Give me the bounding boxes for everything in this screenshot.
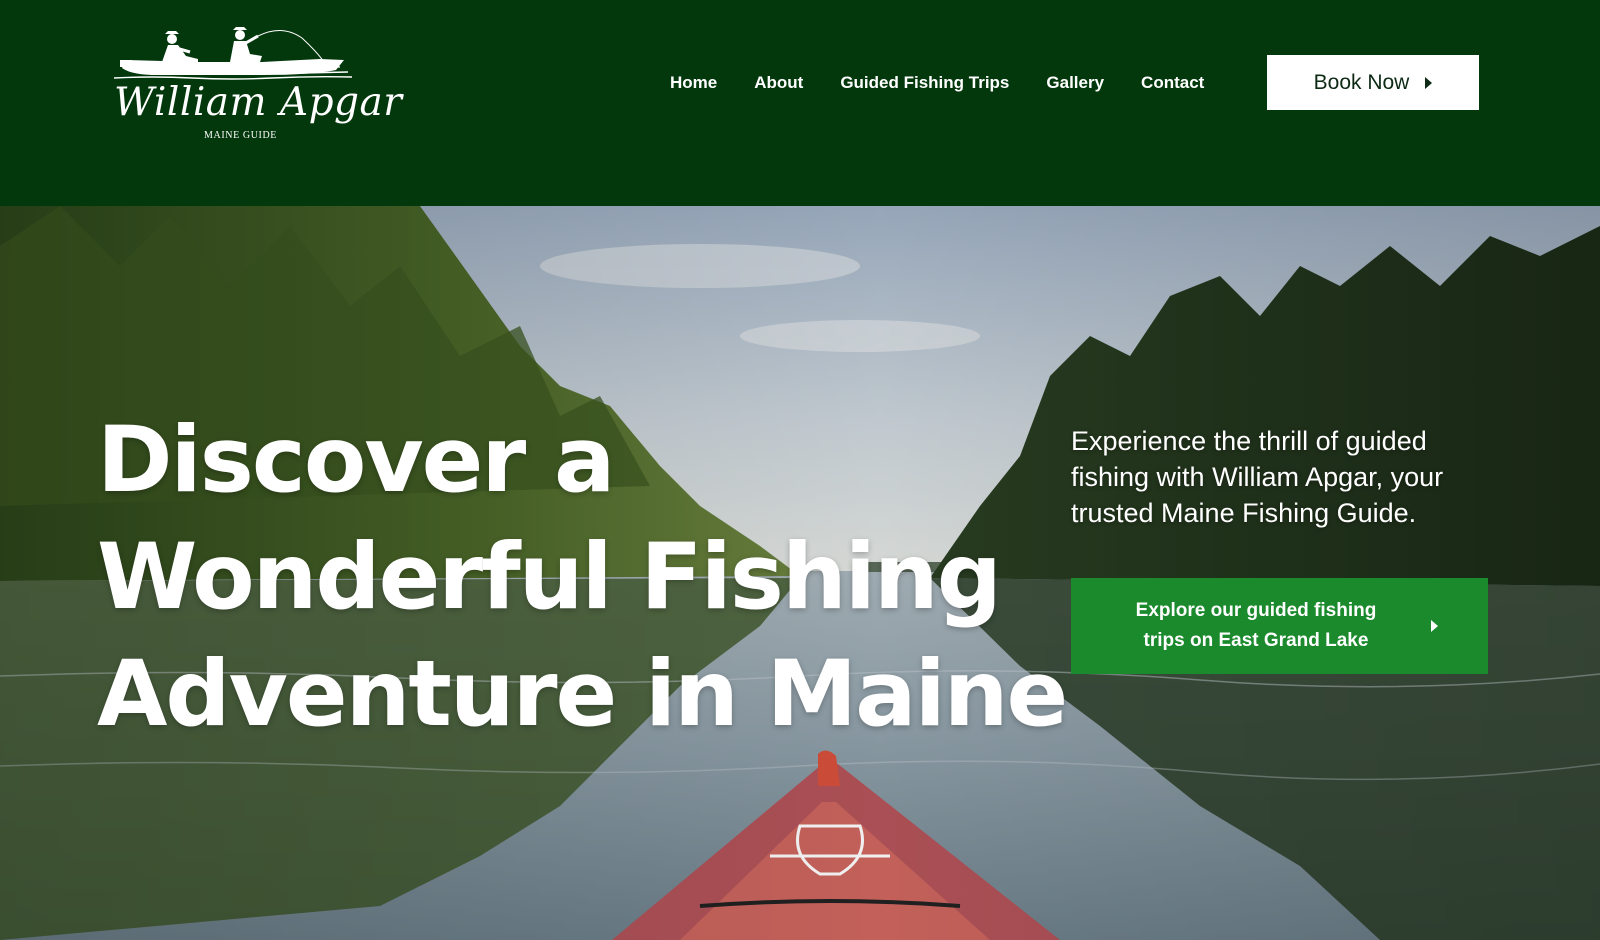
logo-subtitle: MAINE GUIDE bbox=[204, 130, 277, 141]
hero-section: Discover a Wonderful Fishing Adventure i… bbox=[0, 206, 1600, 940]
book-now-label: Book Now bbox=[1313, 70, 1410, 94]
site-logo[interactable]: William Apgar MAINE GUIDE bbox=[112, 26, 402, 146]
hero-title-line-3: Adventure in Maine bbox=[97, 642, 1068, 747]
nav-guided-fishing-trips[interactable]: Guided Fishing Trips bbox=[840, 68, 1009, 98]
main-nav: Home About Guided Fishing Trips Gallery … bbox=[670, 68, 1204, 98]
nav-contact[interactable]: Contact bbox=[1141, 68, 1204, 98]
book-now-button[interactable]: Book Now bbox=[1267, 55, 1479, 110]
caret-right-icon bbox=[1425, 76, 1433, 89]
nav-about[interactable]: About bbox=[754, 68, 803, 98]
hero-title-line-1: Discover a bbox=[97, 408, 615, 513]
hero-title: Discover a Wonderful Fishing Adventure i… bbox=[97, 402, 1068, 753]
logo-name: William Apgar bbox=[114, 80, 403, 125]
nav-home[interactable]: Home bbox=[670, 68, 717, 98]
explore-trips-label: Explore our guided fishing trips on East… bbox=[1135, 600, 1377, 651]
nav-gallery[interactable]: Gallery bbox=[1046, 68, 1104, 98]
hero-title-line-2: Wonderful Fishing bbox=[97, 525, 1002, 630]
caret-right-icon bbox=[1431, 620, 1438, 632]
site-header: William Apgar MAINE GUIDE Home About Gui… bbox=[0, 0, 1600, 206]
hero-description: Experience the thrill of guided fishing … bbox=[1071, 426, 1444, 528]
explore-trips-button[interactable]: Explore our guided fishing trips on East… bbox=[1071, 578, 1488, 674]
